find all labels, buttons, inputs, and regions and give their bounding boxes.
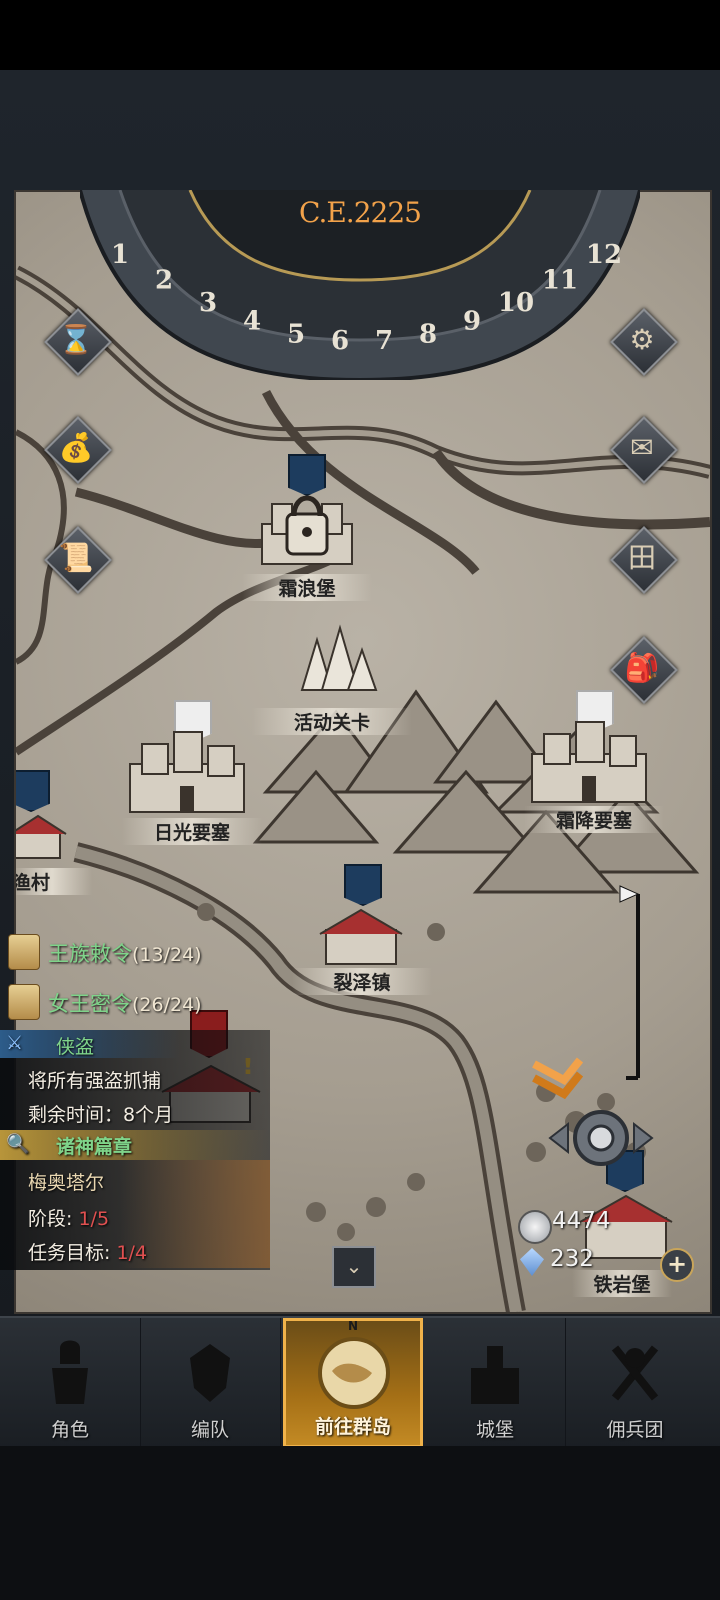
quest-name: 女王密令 [48, 992, 132, 1016]
castle-icon [471, 1346, 519, 1404]
castle-sunlight-icon[interactable] [122, 724, 252, 816]
calendar-month: 3 [199, 288, 217, 318]
silver-coin-icon [518, 1210, 552, 1244]
crystal-amount: 232 [550, 1246, 594, 1272]
location-label: 活动关卡 [252, 708, 412, 735]
nav-label: 编队 [190, 1419, 229, 1441]
progress-flag-icon [619, 885, 640, 1080]
location-label: 日光要塞 [122, 818, 262, 845]
direction-arrow-icon [532, 1057, 584, 1100]
stage-label: 阶段: [28, 1208, 73, 1230]
quest-count: (26/24) [132, 994, 202, 1016]
quest-name: 王族敕令 [48, 942, 132, 966]
calendar-year: C.E.2225 [299, 196, 422, 229]
stage-value: 1/5 [78, 1208, 110, 1230]
nav-islands[interactable]: N 前往群岛 [283, 1318, 423, 1448]
nav-castle[interactable]: 城堡 [425, 1318, 566, 1448]
calendar-month: 7 [375, 326, 393, 356]
bag-button[interactable]: 🎒 [610, 636, 678, 704]
grid-button[interactable]: 田 [610, 526, 678, 594]
nav-label: 佣兵团 [606, 1419, 664, 1441]
calendar-month: 8 [419, 319, 437, 349]
silver-amount: 4474 [552, 1208, 611, 1234]
location-label: 渔村 [16, 868, 92, 895]
castle-frost-wave-icon[interactable] [252, 484, 362, 574]
scroll-button[interactable]: 📜 [44, 526, 112, 594]
nav-formation[interactable]: 编队 [140, 1318, 281, 1448]
quest-desc: 将所有强盗抓捕 [28, 1070, 162, 1092]
nav-label: 城堡 [475, 1419, 514, 1441]
grid-icon: 田 [627, 541, 656, 574]
search-icon: 🔍 [6, 1133, 30, 1155]
scroll-icon: 📜 [58, 541, 94, 574]
castle-frostfall-icon[interactable] [524, 714, 654, 806]
secret-scroll-icon [8, 984, 40, 1020]
crossed-swords-icon: ⚔ [6, 1032, 24, 1054]
mail-icon: ✉ [630, 431, 654, 464]
money-bag-icon: 💰 [58, 431, 94, 464]
hourglass-icon: ⌛ [58, 323, 94, 356]
nav-label: 角色 [50, 1419, 89, 1441]
nav-mercenary[interactable]: 佣兵团 [565, 1318, 705, 1448]
bag-icon: 🎒 [624, 651, 660, 684]
decree-scroll-icon [8, 934, 40, 970]
calendar-month: 1 [111, 240, 129, 270]
locate-target-icon[interactable] [546, 1098, 656, 1178]
settings-icon: ⚙ [629, 323, 655, 356]
settings-button[interactable]: ⚙ [610, 308, 678, 376]
money-bag-button[interactable]: 💰 [44, 416, 112, 484]
gods-quest-panel[interactable]: 🔍 诸神篇章 梅奥塔尔 阶段: 1/5 任务目标: 1/4 [0, 1130, 270, 1270]
quest-title: 侠盗 [56, 1036, 95, 1058]
nav-character[interactable]: 角色 [0, 1318, 141, 1448]
compass-island-icon [318, 1337, 390, 1409]
time-value: 8个月 [123, 1104, 174, 1126]
calendar-month: 9 [463, 306, 481, 336]
location-banner [16, 770, 50, 812]
thief-quest-panel[interactable]: ⚔ 侠盗 将所有强盗抓捕 剩余时间：8个月 [0, 1030, 270, 1130]
nav-label: 前往群岛 [314, 1416, 391, 1438]
calendar-month: 11 [542, 265, 578, 295]
event-stage-trees-icon[interactable] [282, 620, 382, 700]
shield-helmet-icon [190, 1344, 230, 1402]
calendar-month: 6 [331, 326, 349, 356]
quest-royal-decree[interactable]: 王族敕令(13/24) [8, 932, 238, 972]
location-label: 裂泽镇 [292, 968, 432, 995]
target-label: 任务目标: [28, 1242, 111, 1264]
mail-button[interactable]: ✉ [610, 416, 678, 484]
quest-queen-secret[interactable]: 女王密令(26/24) [8, 982, 238, 1022]
time-label: 剩余时间： [28, 1104, 124, 1126]
add-resource-button[interactable]: + [660, 1248, 694, 1282]
compass-north-label: N [347, 1319, 359, 1333]
target-value: 1/4 [116, 1242, 148, 1264]
quest-count: (13/24) [132, 944, 202, 966]
mercenary-swords-icon [611, 1345, 659, 1401]
calendar-month: 4 [243, 306, 261, 336]
location-banner [344, 864, 382, 906]
status-bar [0, 0, 720, 70]
location-label: 霜降要塞 [524, 806, 664, 833]
location-label: 铁岩堡 [572, 1270, 672, 1297]
quest-title: 诸神篇章 [56, 1136, 133, 1158]
collapse-chevron-icon[interactable]: ⌄ [332, 1246, 376, 1288]
calendar-month: 2 [155, 265, 173, 295]
hero-name: 梅奥塔尔 [28, 1172, 105, 1194]
system-bar [0, 1446, 720, 1600]
bottom-nav: 角色 编队 N 前往群岛 城堡 佣兵团 [0, 1316, 720, 1448]
calendar-month: 12 [586, 240, 622, 270]
calendar-month: 10 [498, 288, 534, 318]
location-label: 霜浪堡 [242, 574, 372, 601]
calendar-month: 5 [287, 319, 305, 349]
village-fishing-icon[interactable] [14, 812, 70, 862]
knight-icon [52, 1340, 88, 1404]
town-rift-icon[interactable] [316, 904, 406, 968]
hourglass-button[interactable]: ⌛ [44, 308, 112, 376]
